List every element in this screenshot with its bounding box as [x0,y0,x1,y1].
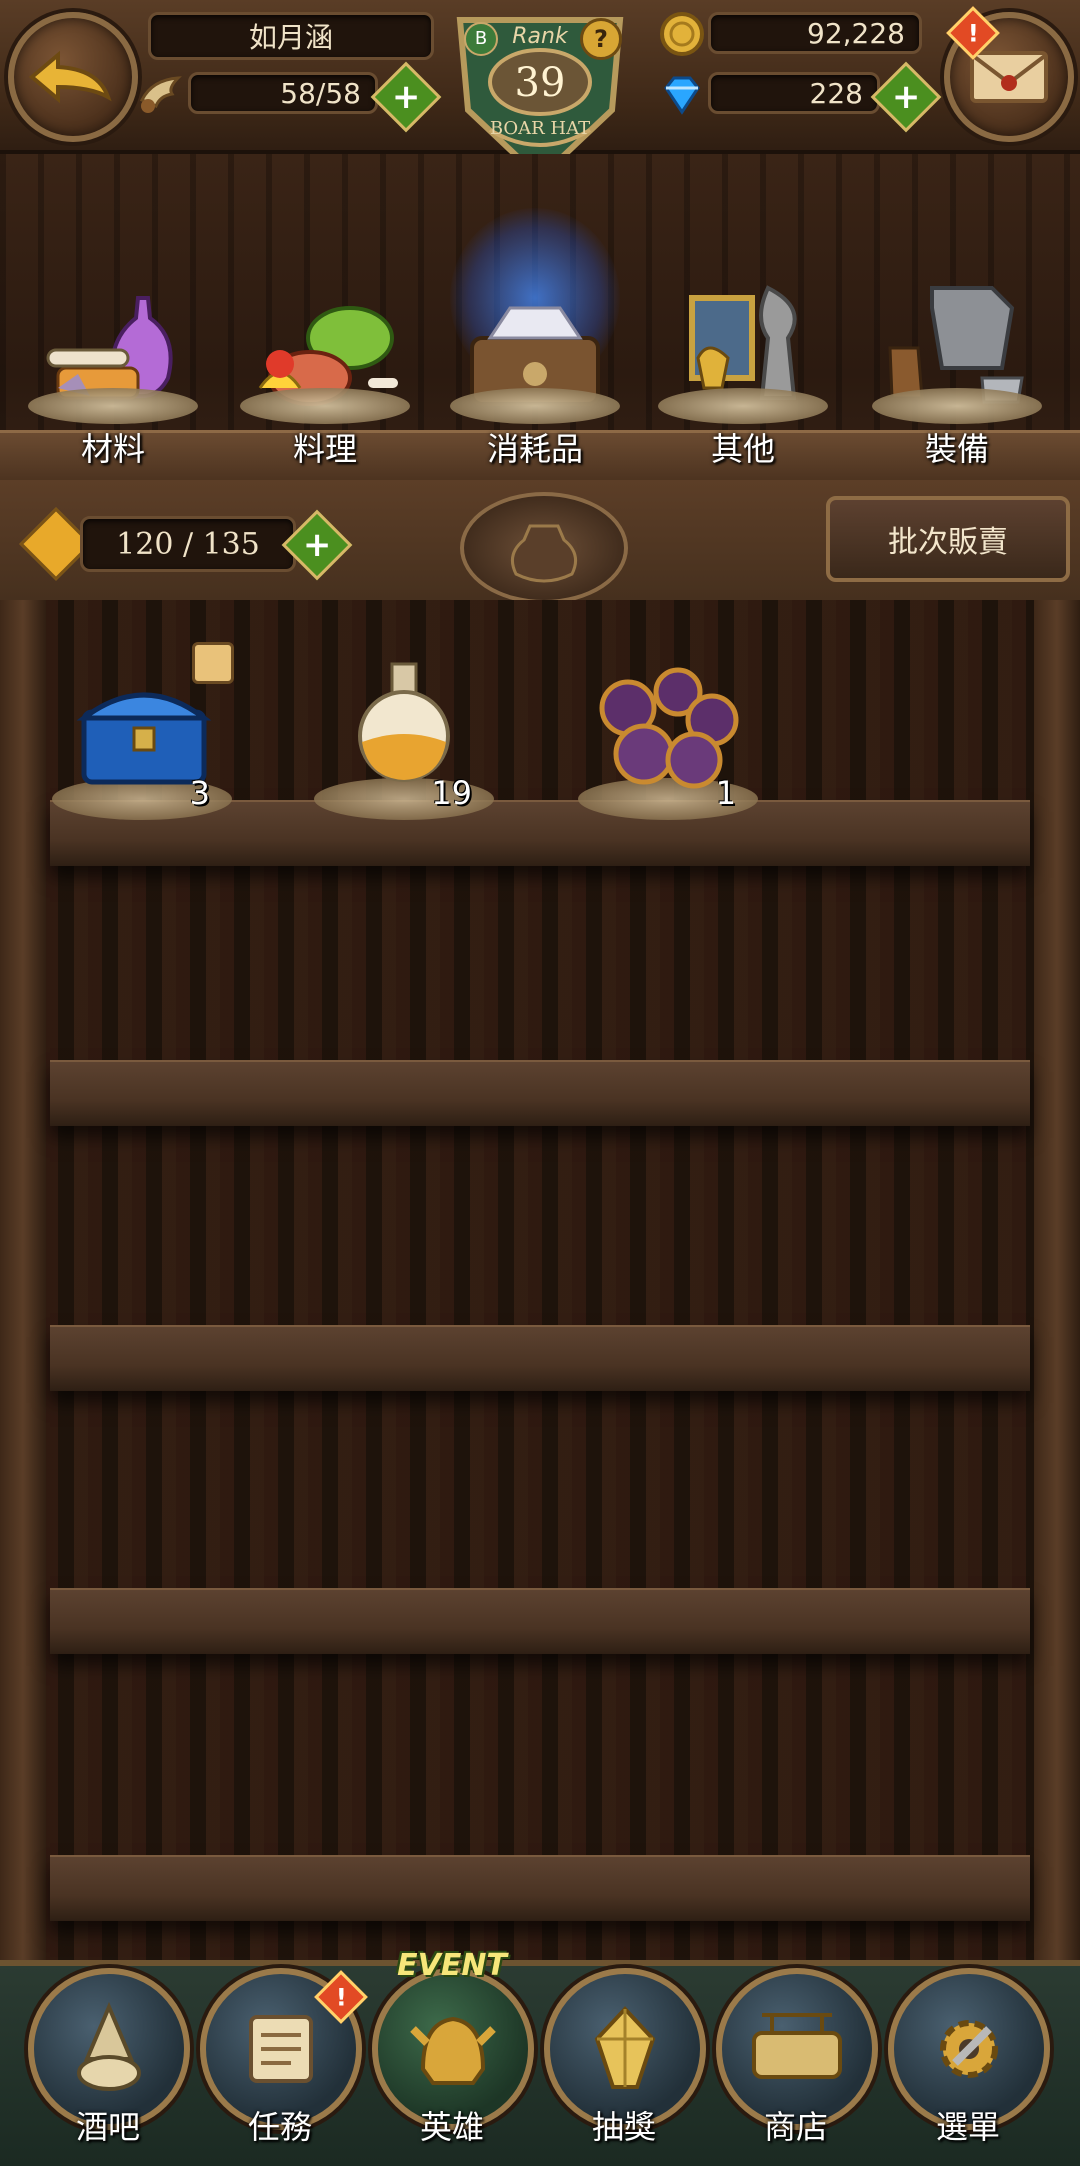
inventory-item-orbs[interactable]: 1 [578,650,758,820]
player-name: 如月涵 [248,21,333,54]
nav-label: 任務 [247,2108,312,2146]
nav-shop[interactable]: 商店 [716,1968,878,2158]
nav-gacha[interactable]: 抽獎 [544,1968,706,2158]
inventory-item-potion[interactable]: 19 [314,650,494,820]
sort-button[interactable] [460,492,628,604]
rank-label: Rank [512,24,568,49]
rank-value: 39 [514,60,566,106]
rank-small-badge: B [464,22,498,56]
gem-slot: 228 [708,72,880,114]
gold-coin-icon [658,10,706,58]
back-button[interactable] [8,12,138,142]
shelf-pillar-left [0,600,46,1960]
treasure-chest-icon [76,692,212,785]
mail-envelope-icon [970,51,1048,103]
batch-sell-button[interactable]: 批次販賣 [826,496,1070,582]
shelf-plank [50,1588,1030,1654]
back-arrow-icon [28,50,112,104]
shelf-plank [50,1855,1030,1921]
chest-lock-icon [192,642,234,684]
gear-orbs-icon [599,667,739,789]
nav-quests[interactable]: ! 任務 [200,1968,368,2158]
capacity-slot: 120 / 135 [80,516,296,572]
shelf-pillar-right [1034,600,1080,1960]
nav-tavern[interactable]: 酒吧 [28,1968,190,2158]
category-label: 消耗品 [486,430,583,468]
nav-label: 酒吧 [75,2108,140,2146]
category-label: 其他 [710,430,775,468]
shelf-plank [50,1325,1030,1391]
nav-menu[interactable]: 選單 [888,1968,1050,2158]
nav-label: 商店 [763,2108,828,2146]
item-count: 19 [431,774,472,812]
item-count: 1 [715,774,736,812]
item-count: 3 [189,774,210,812]
shelf-plank [50,1060,1030,1126]
help-button[interactable]: ? [580,18,622,60]
gem-icon [658,70,706,118]
nav-label: 抽獎 [591,2108,656,2146]
category-tab-materials[interactable]: 材料 [18,278,208,478]
stamina-wing-icon [138,70,184,116]
nav-label: 選單 [935,2108,1000,2146]
pouch-icon [510,524,578,583]
gold-value: 92,228 [807,16,905,50]
capacity-value: 120 / 135 [116,526,260,562]
category-tab-equipment[interactable]: 裝備 [862,278,1052,478]
category-label: 裝備 [924,430,989,468]
gem-value: 228 [809,76,863,110]
player-name-slot: 如月涵 [148,12,434,60]
category-tab-food[interactable]: 料理 [230,278,420,478]
rank-title: BOAR HAT [489,118,591,139]
category-label: 料理 [292,430,357,468]
stamina-value: 58/58 [280,76,361,110]
inventory-item-chest[interactable]: 3 [52,642,234,820]
gold-slot: 92,228 [708,12,922,54]
event-badge: EVENT [397,1948,507,1983]
rank-badge[interactable]: Rank 39 BOAR HAT B ? [440,0,640,183]
potion-icon [358,662,450,782]
category-tab-misc[interactable]: 其他 [648,278,838,478]
stamina-slot: 58/58 [188,72,378,114]
category-tab-consumables[interactable]: 消耗品 [440,208,630,478]
category-label: 材料 [80,430,145,468]
nav-label: 英雄 [419,2108,484,2146]
nav-heroes[interactable]: EVENT 英雄 [372,1948,534,2158]
